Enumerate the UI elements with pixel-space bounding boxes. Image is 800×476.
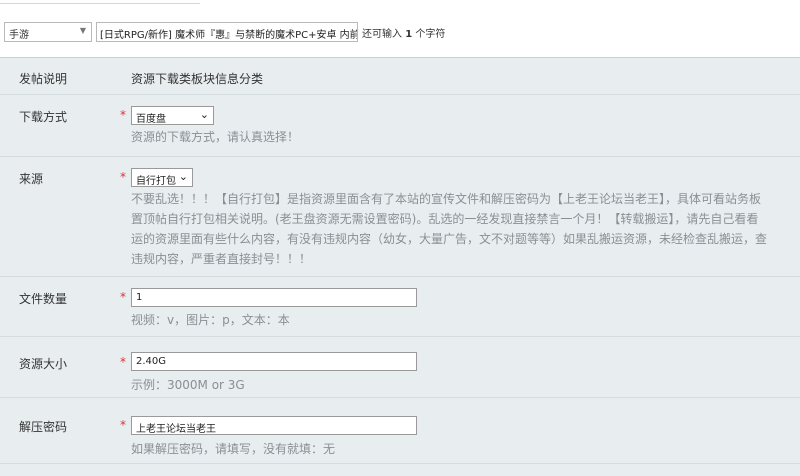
title-char-hint: 还可输入 1 个字符 xyxy=(362,25,445,40)
source-help-line: 运的资源里面有些什么内容，有没有违规内容（幼女，大量广告，文不对题等等）如果乱搬… xyxy=(131,232,768,246)
description-label: 发帖说明 xyxy=(19,72,68,86)
password-label: 解压密码 xyxy=(19,420,68,434)
title-hint-suffix: 个字符 xyxy=(415,29,446,40)
required-asterisk: * xyxy=(120,170,126,184)
description-value: 资源下载类板块信息分类 xyxy=(131,72,264,86)
tab-edge xyxy=(0,0,200,4)
download-method-value: 百度盘 xyxy=(136,114,166,125)
source-select[interactable]: 自行打包 ⌄ xyxy=(131,168,193,187)
resource-size-label: 资源大小 xyxy=(19,357,68,371)
row-resource-size: 资源大小 * 2.40G 示例：3000M or 3G xyxy=(0,337,800,398)
source-value: 自行打包 xyxy=(136,176,176,187)
chevron-down-icon: ⌄ xyxy=(178,170,188,183)
category-select-value: 手游 xyxy=(9,30,29,41)
chevron-down-icon: ⌄ xyxy=(199,108,209,121)
row-file-count: 文件数量 * 1 视频：v，图片：p，文本：本 xyxy=(0,277,800,337)
title-row: 手游 ▼ [日式RPG/新作] 魔术师『惠』与禁断的魔术PC+安卓 内前 还可输… xyxy=(0,22,800,44)
required-asterisk: * xyxy=(120,418,126,432)
file-count-input[interactable]: 1 xyxy=(131,288,417,307)
row-description: 发帖说明 资源下载类板块信息分类 xyxy=(0,58,800,95)
thread-title-input[interactable]: [日式RPG/新作] 魔术师『惠』与禁断的魔术PC+安卓 内前 xyxy=(96,22,358,42)
category-select[interactable]: 手游 ▼ xyxy=(4,22,92,42)
source-label: 来源 xyxy=(19,172,44,186)
row-download-method: 下载方式 * 百度盘 ⌄ 资源的下载方式，请认真选择！ xyxy=(0,95,800,157)
info-form-panel: 发帖说明 资源下载类板块信息分类 下载方式 * 百度盘 ⌄ 资源的下载方式，请认… xyxy=(0,57,800,476)
download-method-select[interactable]: 百度盘 ⌄ xyxy=(131,106,214,125)
password-help: 如果解压密码，请填写，没有就填：无 xyxy=(131,442,336,456)
required-asterisk: * xyxy=(120,108,126,122)
source-help-line: 不要乱选！！！【自行打包】是指资源里面含有了本站的宣传文件和解压密码为【上老王论… xyxy=(131,192,762,206)
title-hint-count: 1 xyxy=(405,29,413,40)
download-method-help: 资源的下载方式，请认真选择！ xyxy=(131,130,300,144)
required-asterisk: * xyxy=(120,290,126,304)
title-hint-prefix: 还可输入 xyxy=(362,29,402,40)
password-input[interactable]: 上老王论坛当老王 xyxy=(131,416,417,435)
file-count-help: 视频：v，图片：p，文本：本 xyxy=(131,313,290,327)
source-help-line: 违规内容，严重者直接封号！！！ xyxy=(131,252,312,266)
resource-size-help: 示例：3000M or 3G xyxy=(131,378,245,392)
required-asterisk: * xyxy=(120,355,126,369)
row-source: 来源 * 自行打包 ⌄ 不要乱选！！！【自行打包】是指资源里面含有了本站的宣传文… xyxy=(0,157,800,277)
source-help-line: 置顶帖自行打包相关说明。(老王盘资源无需设置密码)。乱选的一经发现直接禁言一个月… xyxy=(131,212,759,226)
download-method-label: 下载方式 xyxy=(19,110,68,124)
row-password: 解压密码 * 上老王论坛当老王 如果解压密码，请填写，没有就填：无 xyxy=(0,398,800,464)
resource-size-input[interactable]: 2.40G xyxy=(131,352,417,371)
file-count-label: 文件数量 xyxy=(19,292,68,306)
chevron-down-icon: ▼ xyxy=(79,26,86,35)
